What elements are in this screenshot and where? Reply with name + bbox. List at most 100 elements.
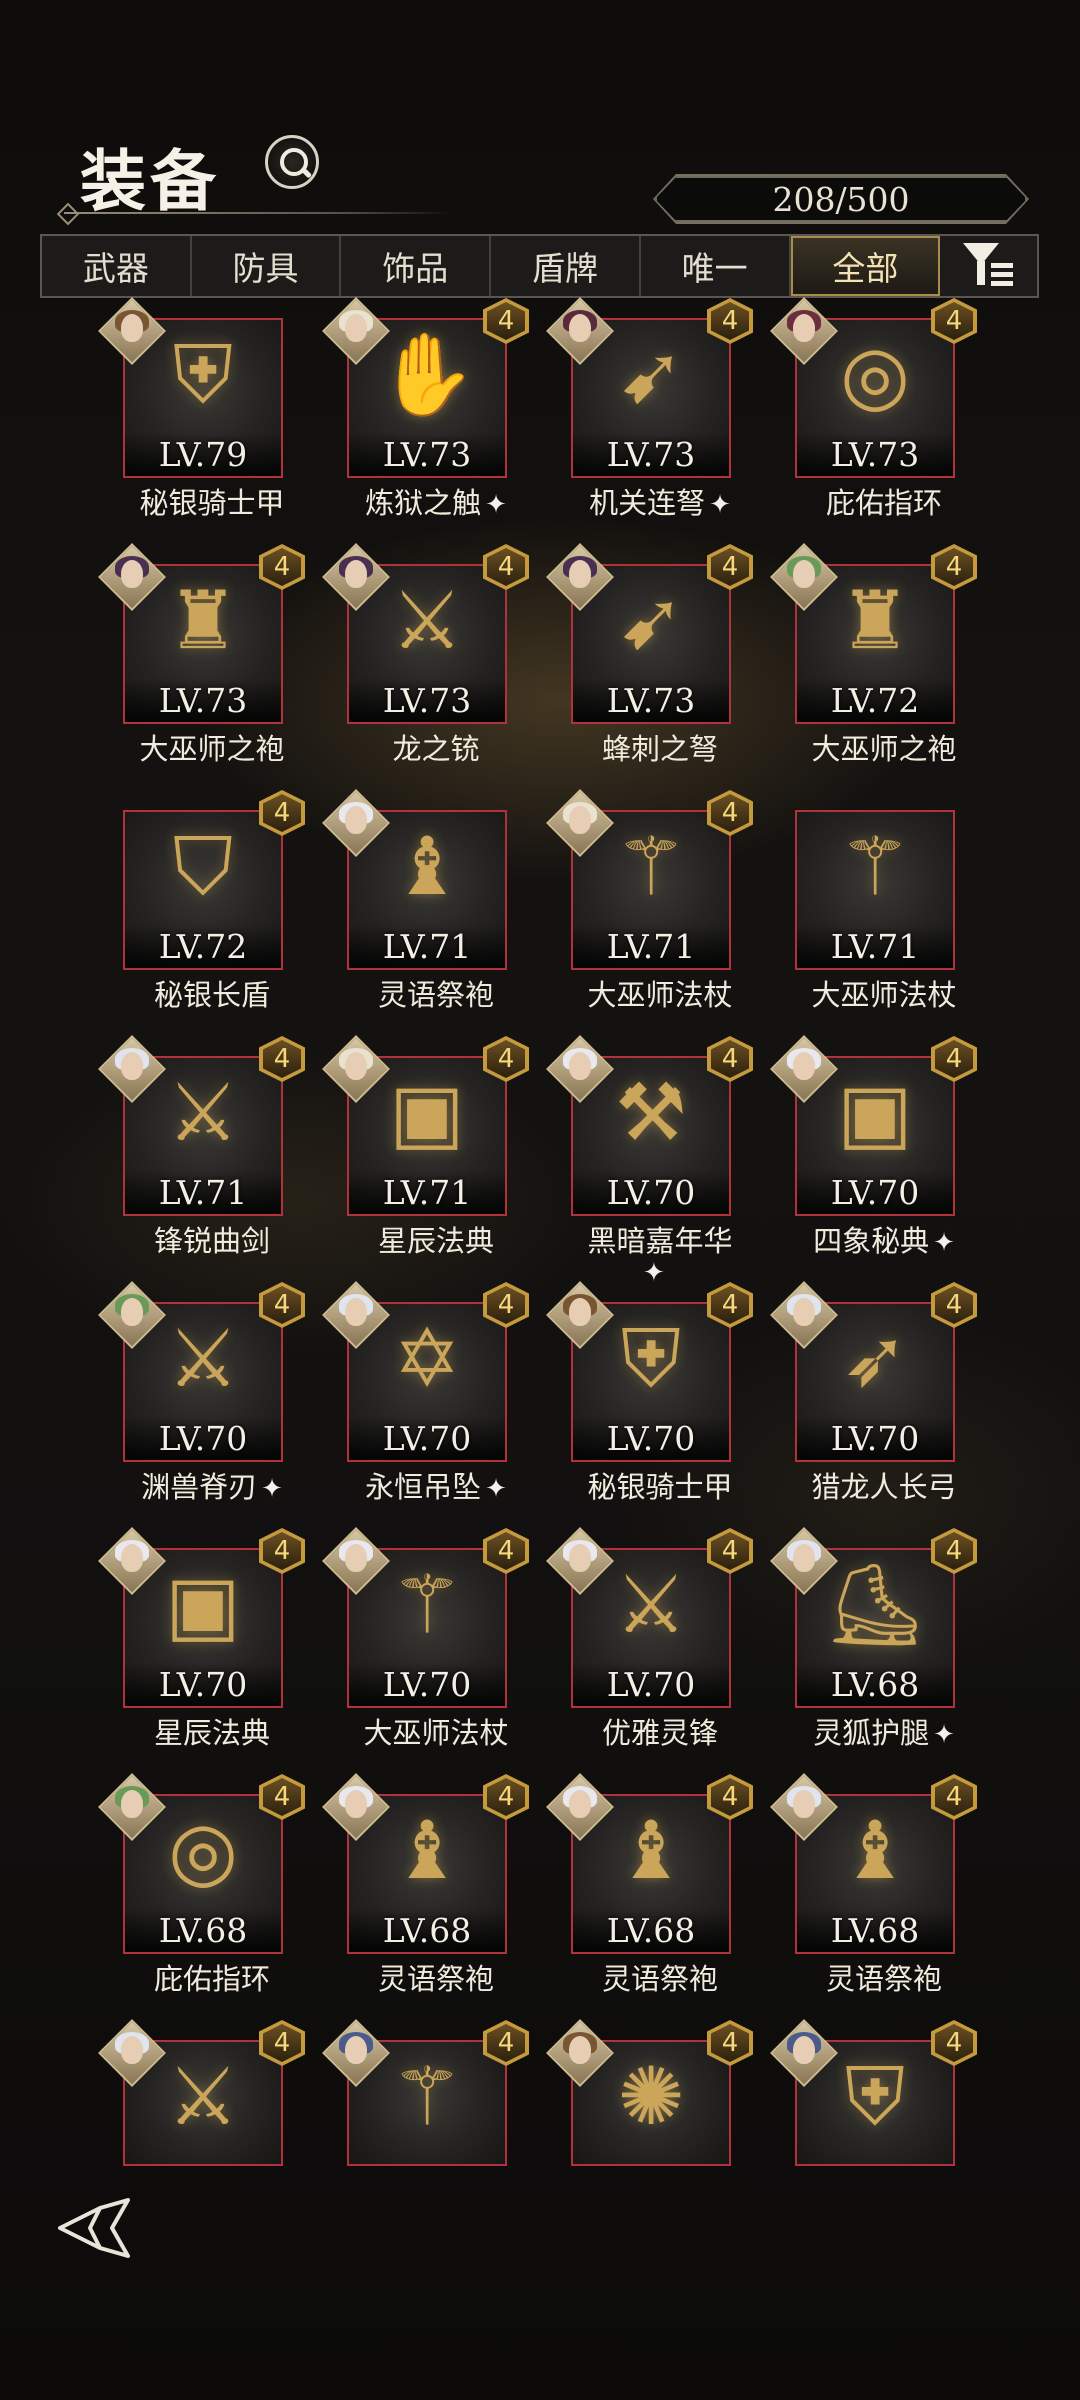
item-name: 大巫师之袍 bbox=[811, 732, 957, 766]
item-card[interactable]: ⚚ 4 bbox=[322, 2019, 548, 2244]
item-card[interactable]: ♝ LV.68 4 灵语祭袍 bbox=[322, 1773, 548, 1998]
item-card[interactable]: ▣ LV.70 4 星辰法典 bbox=[98, 1527, 324, 1752]
item-tile: ⚚ LV.71 bbox=[795, 810, 955, 970]
item-card[interactable]: ◎ LV.73 4 庇佑指环 bbox=[770, 297, 996, 522]
rank-number: 4 bbox=[721, 2028, 739, 2058]
item-card[interactable]: ✋ LV.73 4 炼狱之触 ✦ bbox=[322, 297, 548, 522]
item-card[interactable]: ▣ LV.70 4 四象秘典 ✦ bbox=[770, 1035, 996, 1260]
item-name: 炼狱之触 bbox=[365, 486, 482, 520]
item-level: LV.68 bbox=[606, 1911, 696, 1950]
back-button[interactable] bbox=[56, 2196, 136, 2260]
item-name: 庇佑指环 bbox=[153, 1962, 270, 1996]
item-card[interactable]: ✺ 4 bbox=[546, 2019, 772, 2244]
item-level: LV.68 bbox=[830, 1911, 920, 1950]
item-card[interactable]: ♝ LV.68 4 灵语祭袍 bbox=[546, 1773, 772, 1998]
rank-number: 4 bbox=[945, 1536, 963, 1566]
item-card[interactable]: ⛉ LV.72 4 秘银长盾 bbox=[100, 790, 324, 1014]
hero-portrait-avatar bbox=[98, 1527, 166, 1595]
item-name-row: 庇佑指环 bbox=[752, 480, 1016, 522]
item-card[interactable]: ♜ LV.73 4 大巫师之袍 bbox=[98, 543, 324, 768]
item-card[interactable]: ⚚ LV.71 4 大巫师法杖 bbox=[546, 789, 772, 1014]
item-level: LV.70 bbox=[606, 1173, 696, 1212]
rank-number: 4 bbox=[945, 2028, 963, 2058]
item-name: 黑暗嘉年华 bbox=[587, 1224, 733, 1258]
item-level: LV.70 bbox=[158, 1665, 248, 1704]
rank-badge: 4 bbox=[259, 544, 305, 590]
sparkle-icon: ✦ bbox=[485, 490, 507, 520]
hero-portrait-avatar bbox=[546, 543, 614, 611]
rank-badge: 4 bbox=[483, 1036, 529, 1082]
item-card[interactable]: ⚚ LV.71 大巫师法杖 bbox=[772, 790, 996, 1014]
hero-portrait-avatar bbox=[770, 1281, 838, 1349]
hero-portrait-avatar bbox=[546, 1527, 614, 1595]
hero-portrait-avatar bbox=[546, 1773, 614, 1841]
rank-number: 4 bbox=[273, 1536, 291, 1566]
item-level: LV.70 bbox=[830, 1419, 920, 1458]
item-card[interactable]: ➹ LV.73 4 机关连弩 ✦ bbox=[546, 297, 772, 522]
rank-number: 4 bbox=[721, 306, 739, 336]
rank-number: 4 bbox=[273, 1044, 291, 1074]
item-level: LV.71 bbox=[382, 927, 472, 966]
item-level: LV.68 bbox=[158, 1911, 248, 1950]
item-card[interactable]: ⛨ LV.70 4 秘银骑士甲 bbox=[546, 1281, 772, 1506]
item-level: LV.68 bbox=[382, 1911, 472, 1950]
item-level: LV.71 bbox=[606, 927, 696, 966]
item-name: 优雅灵锋 bbox=[601, 1716, 718, 1750]
rank-badge: 4 bbox=[707, 1528, 753, 1574]
hero-portrait-avatar bbox=[98, 297, 166, 365]
item-name-row: 大巫师之袍 bbox=[752, 726, 1016, 768]
item-card[interactable]: ⚒ LV.70 4 黑暗嘉年华 ✦ bbox=[546, 1035, 772, 1288]
hero-portrait-avatar bbox=[322, 543, 390, 611]
item-card[interactable]: ⛨ LV.79 秘银骑士甲 bbox=[98, 297, 324, 522]
item-card[interactable]: ⚔ LV.70 4 优雅灵锋 bbox=[546, 1527, 772, 1752]
item-name: 猎龙人长弓 bbox=[811, 1470, 957, 1504]
hero-portrait-avatar bbox=[322, 1527, 390, 1595]
item-card[interactable]: ◎ LV.68 4 庇佑指环 bbox=[98, 1773, 324, 1998]
item-card[interactable]: ⛸ LV.68 4 灵狐护腿 ✦ bbox=[770, 1527, 996, 1752]
rank-number: 4 bbox=[721, 552, 739, 582]
item-card[interactable]: ➹ LV.73 4 蜂刺之弩 bbox=[546, 543, 772, 768]
rank-number: 4 bbox=[497, 1536, 515, 1566]
rank-badge: 4 bbox=[931, 1528, 977, 1574]
item-card[interactable]: ▣ LV.71 4 星辰法典 bbox=[322, 1035, 548, 1260]
item-card[interactable]: ♝ LV.71 灵语祭袍 bbox=[322, 789, 548, 1014]
item-level: LV.71 bbox=[158, 1173, 248, 1212]
rank-number: 4 bbox=[945, 306, 963, 336]
item-level: LV.71 bbox=[382, 1173, 472, 1212]
rank-badge: 4 bbox=[483, 1282, 529, 1328]
item-level: LV.70 bbox=[382, 1419, 472, 1458]
staff-icon: ⚚ bbox=[839, 820, 911, 913]
item-card[interactable]: ⚔ LV.71 4 锋锐曲剑 bbox=[98, 1035, 324, 1260]
rank-badge: 4 bbox=[259, 790, 305, 836]
rank-badge: 4 bbox=[483, 298, 529, 344]
equipment-grid: ⛨ LV.79 秘银骑士甲 ✋ LV.73 4 炼狱之触 ✦ ➹ LV.73 4 机关连弩 ✦ ◎ LV.7… bbox=[0, 0, 1080, 2400]
item-card[interactable]: ⛨ 4 bbox=[770, 2019, 996, 2244]
item-card[interactable]: ⚔ LV.70 4 渊兽脊刃 ✦ bbox=[98, 1281, 324, 1506]
rank-number: 4 bbox=[945, 1044, 963, 1074]
rank-number: 4 bbox=[497, 1782, 515, 1812]
sparkle-icon: ✦ bbox=[933, 1720, 955, 1750]
item-name: 秘银长盾 bbox=[153, 978, 270, 1012]
item-level: LV.73 bbox=[158, 681, 248, 720]
item-card[interactable]: ✡ LV.70 4 永恒吊坠 ✦ bbox=[322, 1281, 548, 1506]
item-name: 灵语祭袍 bbox=[825, 1962, 942, 1996]
item-name-row: 大巫师法杖 bbox=[752, 972, 1016, 1014]
rank-badge: 4 bbox=[931, 1774, 977, 1820]
item-card[interactable]: ⚚ LV.70 4 大巫师法杖 bbox=[322, 1527, 548, 1752]
rank-number: 4 bbox=[273, 552, 291, 582]
item-name: 秘银骑士甲 bbox=[139, 486, 285, 520]
rank-number: 4 bbox=[497, 2028, 515, 2058]
rank-badge: 4 bbox=[707, 2020, 753, 2066]
item-card[interactable]: ♜ LV.72 4 大巫师之袍 bbox=[770, 543, 996, 768]
rank-number: 4 bbox=[945, 1782, 963, 1812]
item-card[interactable]: ♝ LV.68 4 灵语祭袍 bbox=[770, 1773, 996, 1998]
hero-portrait-avatar bbox=[770, 1035, 838, 1103]
rank-badge: 4 bbox=[259, 1774, 305, 1820]
item-level: LV.72 bbox=[830, 681, 920, 720]
item-level: LV.72 bbox=[158, 927, 248, 966]
rank-number: 4 bbox=[945, 1290, 963, 1320]
item-card[interactable]: ➶ LV.70 4 猎龙人长弓 bbox=[770, 1281, 996, 1506]
item-card[interactable]: ⚔ LV.73 4 龙之铳 bbox=[322, 543, 548, 768]
hero-portrait-avatar bbox=[546, 2019, 614, 2087]
hero-portrait-avatar bbox=[322, 789, 390, 857]
